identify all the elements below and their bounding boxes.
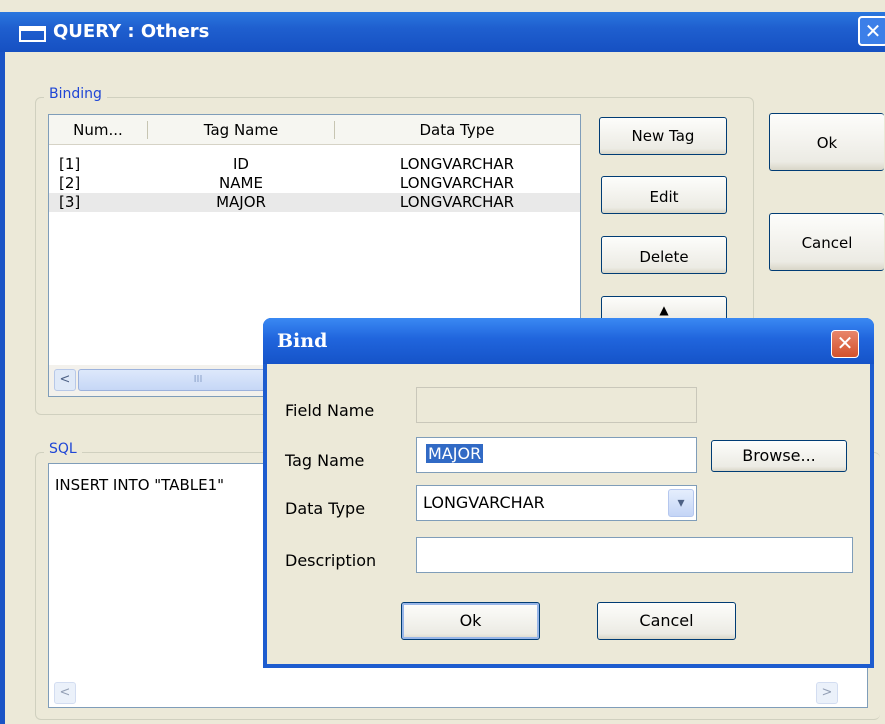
row-num: [1] [59, 155, 81, 173]
description-label: Description [285, 551, 377, 570]
column-header-data-type[interactable]: Data Type [335, 115, 579, 144]
edit-button[interactable]: Edit [601, 176, 727, 214]
scroll-left-icon[interactable]: < [54, 369, 76, 391]
tag-name-label: Tag Name [285, 451, 365, 470]
window-close-icon[interactable]: ✕ [858, 16, 885, 46]
tag-name-value: MAJOR [426, 444, 484, 463]
row-num: [3] [59, 193, 81, 211]
table-row[interactable]: [2] NAME LONGVARCHAR [49, 174, 580, 193]
bind-dialog-body: Field Name Tag Name MAJOR Browse... Data… [267, 364, 870, 664]
row-tag-name: ID [233, 155, 249, 173]
ok-button[interactable]: Ok [769, 113, 884, 171]
delete-button[interactable]: Delete [601, 236, 727, 274]
sql-scroll-right-icon[interactable]: > [816, 682, 838, 704]
row-tag-name: NAME [219, 174, 263, 192]
bind-ok-button[interactable]: Ok [401, 602, 540, 640]
field-name-label: Field Name [285, 401, 375, 420]
bind-dialog: Bind ✕ Field Name Tag Name MAJOR Browse.… [263, 318, 874, 668]
table-row-selected[interactable]: [3] MAJOR LONGVARCHAR [49, 193, 580, 212]
column-header-num[interactable]: Num... [49, 115, 147, 144]
row-data-type: LONGVARCHAR [399, 174, 515, 192]
window-border [0, 52, 5, 724]
binding-group-label: Binding [44, 86, 107, 102]
close-icon[interactable]: ✕ [831, 330, 859, 358]
row-data-type: LONGVARCHAR [399, 155, 515, 173]
bind-dialog-title: Bind [277, 330, 328, 352]
description-input[interactable] [416, 537, 853, 573]
table-row[interactable]: [1] ID LONGVARCHAR [49, 155, 580, 174]
bind-cancel-button[interactable]: Cancel [597, 602, 736, 640]
field-name-input[interactable] [416, 387, 697, 423]
window-icon [19, 26, 46, 42]
row-num: [2] [59, 174, 81, 192]
binding-list-header: Num... Tag Name Data Type [49, 115, 580, 145]
cancel-button[interactable]: Cancel [769, 213, 884, 271]
bind-dialog-titlebar[interactable]: Bind ✕ [263, 318, 874, 364]
sql-group-label: SQL [44, 441, 82, 457]
sql-text: INSERT INTO "TABLE1" [55, 476, 225, 494]
column-header-tag-name[interactable]: Tag Name [148, 115, 334, 144]
data-type-label: Data Type [285, 499, 366, 518]
sql-scroll-left-icon[interactable]: < [54, 682, 76, 704]
window-title: QUERY : Others [53, 21, 210, 42]
row-data-type: LONGVARCHAR [399, 193, 515, 211]
data-type-value: LONGVARCHAR [423, 493, 545, 512]
browse-button[interactable]: Browse... [711, 440, 847, 472]
row-tag-name: MAJOR [216, 193, 266, 211]
new-tag-button[interactable]: New Tag [599, 117, 727, 155]
data-type-select[interactable]: LONGVARCHAR ▾ [416, 485, 697, 521]
window-titlebar[interactable]: QUERY : Others [0, 12, 885, 52]
chevron-down-icon[interactable]: ▾ [668, 489, 694, 517]
tag-name-input[interactable]: MAJOR [416, 437, 697, 473]
